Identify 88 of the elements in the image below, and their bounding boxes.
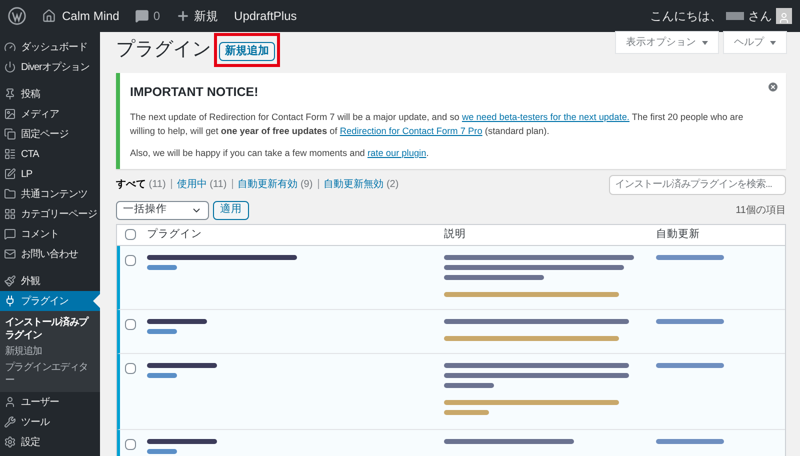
site-link[interactable]: Calm Mind [42, 7, 120, 25]
mail-icon [4, 248, 16, 260]
notice-text: Also, we will be happy if you can take a few moments and rate our plugin. [130, 146, 430, 160]
apply-button[interactable]: 適用 [213, 200, 249, 220]
sidebar-menu-item[interactable]: Diverオプション [0, 57, 100, 77]
row-checkbox[interactable] [125, 438, 136, 450]
sidebar-menu-item[interactable]: CTA [0, 144, 100, 164]
bulk-action-select[interactable]: 一括操作 [116, 200, 209, 220]
notice-link[interactable]: rate our plugin [367, 148, 426, 158]
sidebar-menu-item[interactable]: プラグイン [0, 291, 100, 311]
notice-link[interactable]: Redirection for Contact Form 7 Pro [340, 126, 482, 136]
screen-options-tab[interactable]: 表示オプション [616, 32, 718, 53]
column-header: 自動更新 [656, 226, 700, 242]
caret-down-icon [702, 40, 708, 44]
row-checkbox[interactable] [125, 362, 136, 374]
status-filter-link[interactable]: 使用中 (11) [176, 176, 227, 192]
media-icon [4, 108, 16, 120]
folder-icon [4, 188, 16, 200]
brush-icon [4, 275, 16, 287]
sidebar-menu-item[interactable]: 外観 [0, 271, 100, 291]
honorific-text: さん [748, 8, 772, 25]
blurred-text [656, 318, 724, 324]
notice-text: The next update of Redirection for Contact Form 7 will be a major update, and so we need beta-testers for the next update. The first 20 people who are willing to help, will get one year of free updates of Redirection for Contact Form 7 Pro (standard plan). [130, 110, 744, 138]
wrench-icon [4, 416, 16, 428]
blurred-text [147, 328, 177, 334]
blurred-text [147, 264, 177, 270]
sidebar-menu-item[interactable]: 固定ページ [0, 124, 100, 144]
settings-icon [4, 436, 16, 448]
blurred-text [444, 382, 494, 388]
blurred-text [656, 254, 724, 260]
blurred-text [147, 318, 207, 324]
column-header: プラグイン [147, 226, 203, 242]
layout-icon [4, 148, 16, 160]
power-icon [4, 61, 16, 73]
blurred-username [726, 12, 744, 20]
edit-icon [4, 168, 16, 180]
plug-icon [4, 295, 16, 307]
blurred-text [147, 438, 217, 444]
greeting-text: こんにちは、 [650, 8, 722, 25]
blurred-text [147, 448, 177, 454]
pages-icon [4, 128, 16, 140]
wordpress-logo-icon[interactable] [8, 7, 26, 25]
row-checkbox[interactable] [125, 254, 136, 266]
blurred-text [656, 438, 724, 444]
sidebar-menu-item[interactable]: 投稿 [0, 84, 100, 104]
help-tab[interactable]: ヘルプ [724, 32, 786, 53]
status-filter-link[interactable]: すべて (11) [116, 176, 166, 192]
page-title: プラグイン [116, 38, 211, 62]
dashboard-icon [4, 41, 16, 53]
sidebar-menu-item[interactable]: メディア [0, 104, 100, 124]
notice-title: IMPORTANT NOTICE! [130, 84, 258, 101]
blurred-text [147, 372, 177, 378]
sidebar-menu-item[interactable]: ユーザー [0, 392, 100, 412]
sidebar-menu-item[interactable]: コメント [0, 224, 100, 244]
blurred-text [444, 410, 489, 415]
item-count-text: 11個の項目 [736, 204, 786, 218]
column-header: 説明 [444, 226, 467, 242]
select-all-checkbox[interactable] [125, 229, 136, 240]
sidebar-menu-item[interactable]: お問い合わせ [0, 244, 100, 264]
grid-icon [4, 208, 16, 220]
status-filter-link[interactable]: 自動更新無効 (2) [324, 176, 399, 192]
sidebar-menu-item[interactable]: ダッシュボード [0, 37, 100, 57]
sidebar-menu-item[interactable]: 設定 [0, 432, 100, 452]
comments-link[interactable]: 0 [135, 7, 160, 25]
new-link[interactable]: 新規 [176, 7, 218, 25]
row-checkbox[interactable] [125, 318, 136, 330]
plus-icon [176, 9, 190, 23]
sidebar-menu-item[interactable]: LP [0, 164, 100, 184]
sidebar-menu-item[interactable]: カテゴリーページ [0, 204, 100, 224]
sidebar-menu-item[interactable]: ツール [0, 412, 100, 432]
plugin-search-field[interactable]: インストール済みプラグインを検索... [609, 174, 786, 195]
submenu-item[interactable]: 新規追加 [0, 345, 100, 358]
close-icon[interactable] [767, 81, 779, 93]
comment-icon [135, 9, 150, 23]
pin-icon [4, 88, 16, 100]
blurred-text [656, 362, 724, 368]
updraftplus-link[interactable]: UpdraftPlus [234, 7, 297, 25]
user-icon [4, 396, 16, 408]
submenu-item[interactable]: プラグインエディター [0, 361, 100, 387]
submenu-item[interactable]: インストール済みプラグイン [0, 316, 100, 342]
sidebar-menu-item[interactable]: 共通コンテンツ [0, 184, 100, 204]
status-filter-link[interactable]: 自動更新有効 (9) [238, 176, 313, 192]
notice-link[interactable]: we need beta-testers for the next update. [462, 112, 630, 122]
caret-down-icon [770, 40, 776, 44]
add-new-button[interactable]: 新規追加 [219, 42, 275, 61]
home-icon [42, 9, 56, 23]
comment-icon [4, 228, 16, 240]
blurred-text [147, 362, 217, 368]
